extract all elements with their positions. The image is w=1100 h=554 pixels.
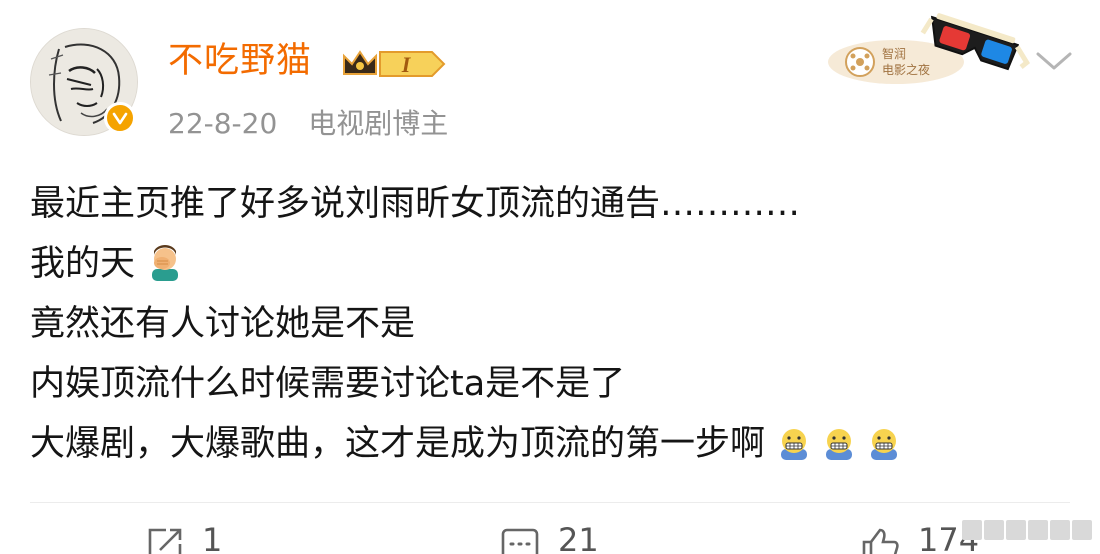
post-meta: 22-8-20 电视剧博主 <box>168 104 448 144</box>
more-options-button[interactable] <box>1034 46 1074 76</box>
post-line-text: 我的天 <box>30 244 136 284</box>
comment-count: 21 <box>558 521 599 554</box>
share-icon <box>148 528 182 554</box>
post-content: 最近主页推了好多说刘雨昕女顶流的通告………… 我的天 竟然还有人讨论她是不是 内… <box>30 174 1080 474</box>
promo-badge[interactable]: 智润 电影之夜 <box>826 10 1032 90</box>
weibo-post-card: 不吃野猫 I 22-8-20 电视剧博主 智润 电影之夜 最近主页推了好多说刘雨… <box>0 0 1100 554</box>
comment-icon <box>501 528 539 554</box>
chevron-down-icon <box>1036 52 1072 70</box>
member-level-badge[interactable]: I <box>340 44 448 84</box>
post-line-4: 内娱顶流什么时候需要讨论ta是不是了 <box>30 354 1080 414</box>
username[interactable]: 不吃野猫 <box>168 38 312 84</box>
post-line-text: 最近主页推了好多说刘雨昕女顶流的通告………… <box>30 184 801 224</box>
svg-text:电影之夜: 电影之夜 <box>882 62 930 77</box>
share-button[interactable]: 1 <box>146 520 222 554</box>
divider <box>30 502 1070 503</box>
post-line-text: 大爆剧，大爆歌曲，这才是成为顶流的第一步啊 <box>30 424 766 464</box>
post-line-5: 大爆剧，大爆歌曲，这才是成为顶流的第一步啊 <box>30 414 1080 474</box>
svg-text:智润: 智润 <box>882 46 906 61</box>
comment-button[interactable]: 21 <box>500 520 599 554</box>
avatar-container[interactable] <box>30 28 138 136</box>
watermark <box>962 514 1094 544</box>
post-line-text: 竟然还有人讨论她是不是 <box>30 304 416 344</box>
author-role: 电视剧博主 <box>308 107 449 140</box>
verified-badge-icon <box>104 102 136 134</box>
share-count: 1 <box>202 521 223 554</box>
post-line-2: 我的天 <box>30 234 1080 294</box>
post-line-3: 竟然还有人讨论她是不是 <box>30 294 1080 354</box>
grimace-emoji-icon <box>868 420 900 480</box>
thumbs-up-icon <box>862 528 899 554</box>
facepalm-man-emoji-icon <box>148 240 182 300</box>
svg-text:I: I <box>401 52 412 77</box>
grimace-emoji-icon <box>778 420 810 480</box>
post-date: 22-8-20 <box>168 107 278 140</box>
post-line-1: 最近主页推了好多说刘雨昕女顶流的通告………… <box>30 174 1080 234</box>
post-line-text: 内娱顶流什么时候需要讨论ta是不是了 <box>30 364 626 404</box>
grimace-emoji-icon <box>823 420 855 480</box>
